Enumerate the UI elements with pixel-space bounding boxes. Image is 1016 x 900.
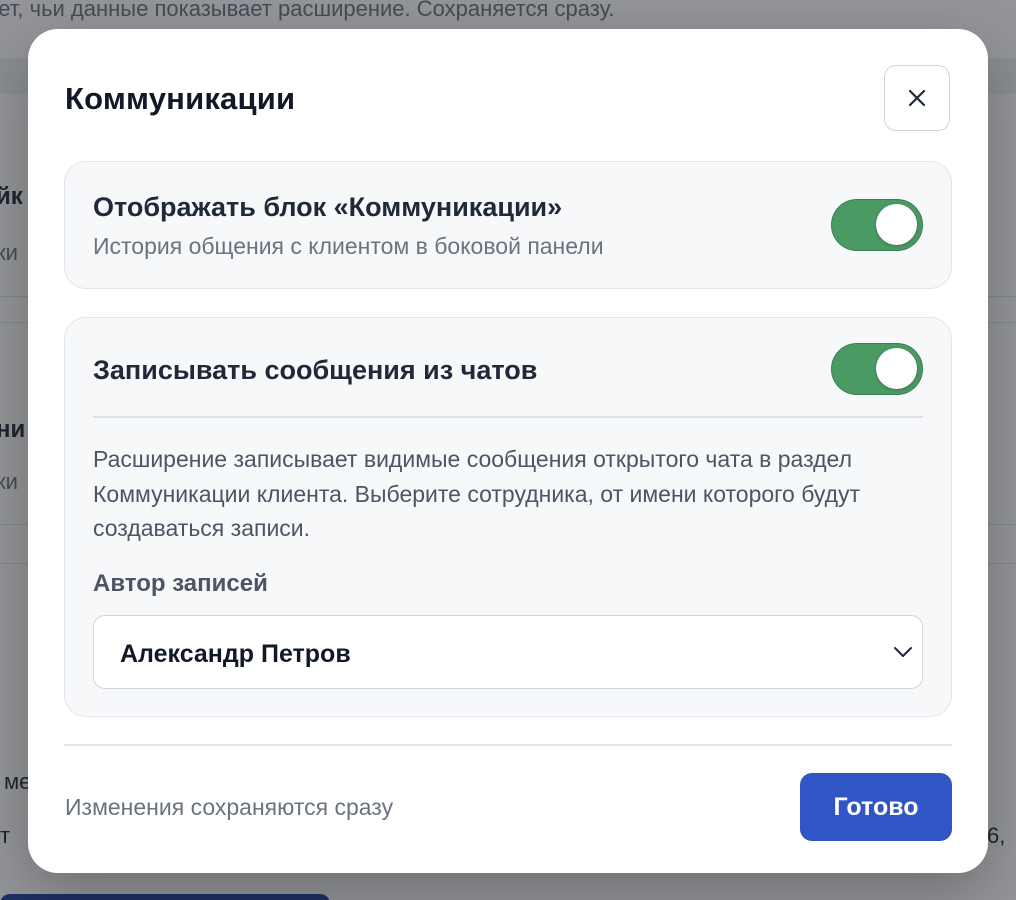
show-block-subtitle: История общения с клиентом в боковой пан… [93,233,604,259]
record-chats-toggle[interactable] [831,343,923,395]
card-divider [93,416,923,418]
show-block-title: Отображать блок «Коммуникации» [93,192,563,222]
record-chats-description: Расширение записывает видимые сообщения … [93,446,861,541]
toggle-knob [876,204,917,245]
modal-title: Коммуникации [65,81,296,116]
author-select[interactable]: Александр Петров [93,615,923,689]
done-button[interactable]: Готово [800,773,952,841]
show-block-card: Отображать блок «Коммуникации» История о… [64,161,952,289]
author-field-label: Автор записей [93,570,268,597]
author-select-value: Александр Петров [120,640,351,668]
toggle-knob [876,348,917,389]
communications-modal: Коммуникации Отображать блок «Коммуникац… [28,29,988,873]
close-icon [908,89,926,107]
chevron-down-icon [894,647,912,657]
record-chats-card: Записывать сообщения из чатов Расширение… [64,317,952,717]
footer-note: Изменения сохраняются сразу [65,794,394,820]
footer-divider [64,744,952,746]
show-block-toggle[interactable] [831,199,923,251]
close-button[interactable] [884,65,950,131]
record-chats-title: Записывать сообщения из чатов [93,355,538,385]
